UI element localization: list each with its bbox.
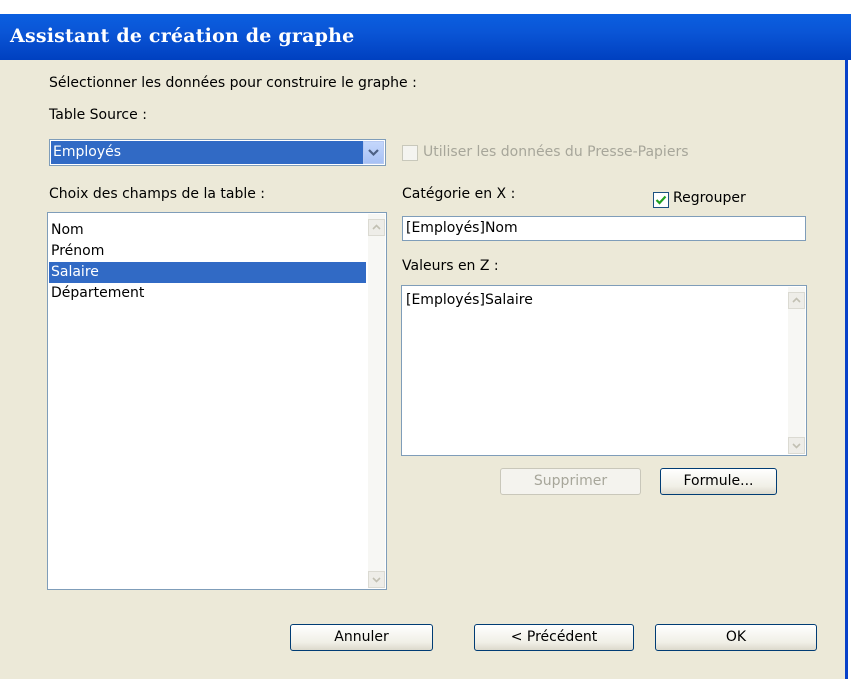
- list-item[interactable]: Département: [49, 283, 366, 304]
- previous-button[interactable]: < Précédent: [474, 624, 634, 651]
- delete-button[interactable]: Supprimer: [500, 468, 641, 495]
- fields-label: Choix des champs de la table :: [49, 186, 265, 202]
- list-item[interactable]: Nom: [49, 220, 366, 241]
- list-item[interactable]: Prénom: [49, 241, 366, 262]
- list-item[interactable]: Salaire: [49, 262, 366, 283]
- group-checkbox-label: Regrouper: [673, 190, 746, 206]
- scroll-up-button[interactable]: [788, 292, 805, 309]
- clipboard-checkbox[interactable]: [402, 145, 418, 161]
- scroll-up-button[interactable]: [368, 219, 385, 236]
- values-z-label: Valeurs en Z :: [402, 258, 499, 274]
- fields-list[interactable]: Nom Prénom Salaire Département: [47, 212, 387, 590]
- category-x-label: Catégorie en X :: [402, 186, 516, 202]
- title-bar[interactable]: Assistant de création de graphe: [0, 14, 851, 60]
- chevron-down-icon: [372, 577, 381, 583]
- chevron-down-icon: [368, 149, 379, 157]
- category-x-field[interactable]: [Employés]Nom: [402, 216, 806, 241]
- values-list[interactable]: [Employés]Salaire: [401, 285, 807, 456]
- clipboard-checkbox-label: Utiliser les données du Presse-Papiers: [423, 144, 689, 160]
- chevron-down-icon: [792, 443, 801, 449]
- checkmark-icon: [655, 195, 667, 205]
- ok-button[interactable]: OK: [655, 624, 817, 651]
- formula-button[interactable]: Formule...: [660, 468, 777, 495]
- table-source-label: Table Source :: [49, 107, 147, 123]
- cancel-button[interactable]: Annuler: [290, 624, 433, 651]
- fields-scrollbar[interactable]: [368, 214, 385, 588]
- chevron-up-icon: [792, 297, 801, 303]
- chart-wizard-dialog: Assistant de création de graphe Sélectio…: [0, 0, 851, 679]
- values-scrollbar[interactable]: [788, 287, 805, 454]
- group-checkbox[interactable]: [653, 192, 669, 208]
- scroll-down-button[interactable]: [788, 437, 805, 454]
- top-margin: [0, 0, 851, 14]
- table-source-select[interactable]: Employés: [49, 139, 386, 166]
- scroll-down-button[interactable]: [368, 571, 385, 588]
- dropdown-button[interactable]: [363, 141, 384, 164]
- list-item[interactable]: [Employés]Salaire: [404, 290, 786, 311]
- window-title: Assistant de création de graphe: [10, 25, 355, 47]
- instructions-text: Sélectionner les données pour construire…: [49, 75, 417, 91]
- chevron-up-icon: [372, 224, 381, 230]
- table-source-value: Employés: [51, 141, 363, 164]
